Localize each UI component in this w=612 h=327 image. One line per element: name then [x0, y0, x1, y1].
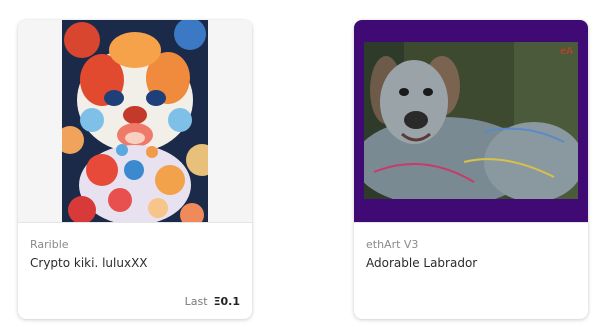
asset-title[interactable]: Adorable Labrador: [366, 255, 576, 271]
asset-media[interactable]: eA: [354, 20, 588, 223]
collection-name[interactable]: ethArt V3: [366, 238, 576, 252]
asset-title[interactable]: Crypto kiki. luluxXX: [30, 255, 240, 271]
asset-info: ethArt V3 Adorable Labrador: [366, 238, 576, 271]
asset-card[interactable]: eA ethArt V3 Adorable Labrador: [354, 20, 588, 319]
collection-name[interactable]: Rarible: [30, 238, 240, 252]
labrador-artwork-image: eA: [364, 42, 578, 199]
asset-media[interactable]: [18, 20, 252, 223]
price-value: Ξ0.1: [213, 295, 240, 308]
asset-info: Rarible Crypto kiki. luluxXX: [30, 238, 240, 271]
asset-card[interactable]: Rarible Crypto kiki. luluxXX Last Ξ0.1: [18, 20, 252, 319]
svg-text:eA: eA: [560, 46, 573, 57]
last-price: Last Ξ0.1: [185, 295, 240, 309]
colorful-dog-artwork-image: [62, 20, 208, 222]
asset-grid: Rarible Crypto kiki. luluxXX Last Ξ0.1 e…: [0, 0, 612, 327]
price-label: Last: [184, 295, 208, 308]
